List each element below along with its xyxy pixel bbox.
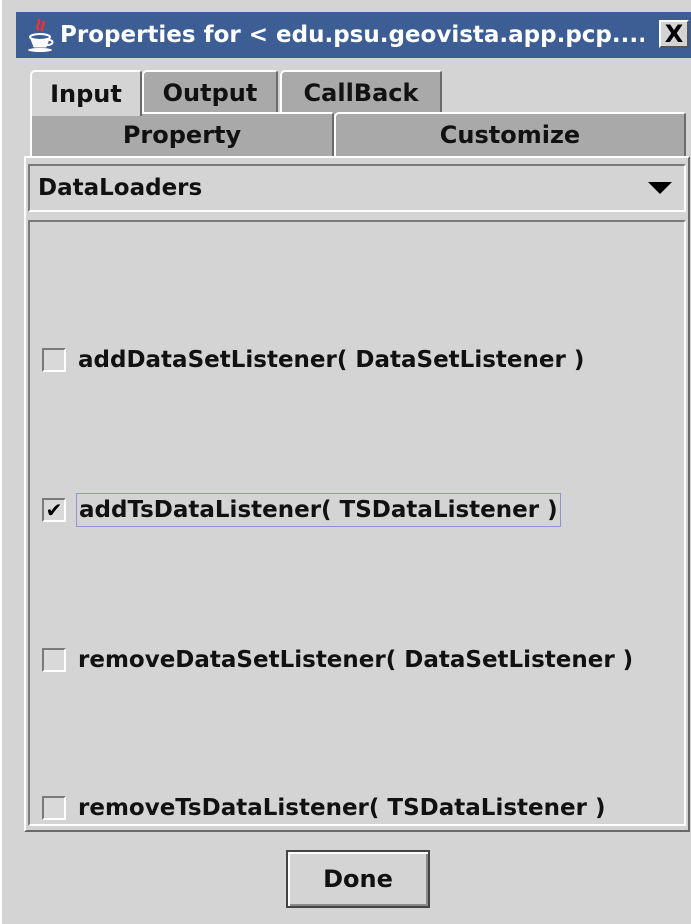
tab-callback[interactable]: CallBack <box>280 70 442 114</box>
method-list: addDataSetListener( DataSetListener ) ✔ … <box>28 220 686 826</box>
tab-output[interactable]: Output <box>142 70 278 114</box>
title-bar[interactable]: Properties for < edu.psu.geovista.app.pc… <box>16 12 691 58</box>
method-row-add-tsdata-listener[interactable]: ✔ addTsDataListener( TSDataListener ) <box>42 490 561 530</box>
dropdown-selected-value: DataLoaders <box>38 175 203 201</box>
data-loaders-dropdown[interactable]: DataLoaders <box>28 164 686 212</box>
method-row-add-dataset-listener[interactable]: addDataSetListener( DataSetListener ) <box>42 340 586 380</box>
checkbox-remove-tsdata-listener[interactable] <box>42 796 66 820</box>
properties-window: Properties for < edu.psu.geovista.app.pc… <box>0 0 691 924</box>
java-cup-icon <box>24 15 58 55</box>
method-label: addTsDataListener( TSDataListener ) <box>76 493 561 527</box>
method-label: addDataSetListener( DataSetListener ) <box>78 347 585 373</box>
tab-customize[interactable]: Customize <box>334 112 686 156</box>
checkbox-add-tsdata-listener[interactable]: ✔ <box>42 498 66 522</box>
close-button[interactable]: X <box>659 20 689 48</box>
tab-property[interactable]: Property <box>30 112 334 156</box>
method-label: removeDataSetListener( DataSetListener ) <box>78 647 634 673</box>
method-row-remove-dataset-listener[interactable]: removeDataSetListener( DataSetListener ) <box>42 640 635 680</box>
checkbox-remove-dataset-listener[interactable] <box>42 648 66 672</box>
dropdown-arrow-icon[interactable] <box>648 182 672 194</box>
method-row-remove-tsdata-listener[interactable]: removeTsDataListener( TSDataListener ) <box>42 788 607 828</box>
method-label: removeTsDataListener( TSDataListener ) <box>78 795 606 821</box>
window-title: Properties for < edu.psu.geovista.app.pc… <box>60 22 644 48</box>
done-button[interactable]: Done <box>286 850 430 908</box>
tab-input[interactable]: Input <box>30 70 142 116</box>
input-tab-panel: DataLoaders addDataSetListener( DataSetL… <box>24 156 690 832</box>
checkbox-add-dataset-listener[interactable] <box>42 348 66 372</box>
